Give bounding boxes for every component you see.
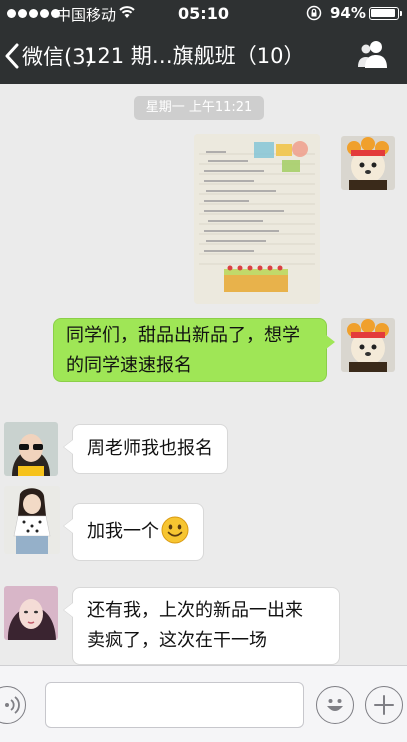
- my-avatar[interactable]: [341, 318, 395, 372]
- status-bar: 中国移动 05:10 94%: [0, 0, 407, 28]
- people-icon[interactable]: [355, 38, 391, 72]
- input-bar: [0, 665, 407, 742]
- battery-icon: [369, 7, 402, 20]
- chevron-left-icon: [5, 43, 19, 69]
- battery-level: [371, 9, 395, 17]
- message-input[interactable]: [45, 682, 304, 728]
- message-bubble-other[interactable]: 加我一个: [63, 503, 204, 561]
- dog-avatar-image: [341, 318, 395, 372]
- girl-photo-avatar-image: [4, 486, 60, 554]
- voice-icon: [5, 696, 20, 714]
- message-line: 周老师我也报名: [87, 438, 213, 459]
- battery-percent: 94%: [330, 4, 366, 22]
- girl-sunglasses-avatar-image: [4, 422, 58, 476]
- message-timestamp: 星期一 上午11:21: [134, 96, 264, 120]
- rotation-lock-icon: [306, 5, 322, 21]
- sender-avatar[interactable]: [4, 586, 58, 640]
- message-line: 加我一个: [87, 521, 159, 542]
- recipe-note-image: [194, 134, 320, 304]
- message-line: 卖疯了，这次在干一场: [87, 630, 267, 651]
- chat-title: 121 期…旗舰班（10）: [84, 44, 305, 68]
- message-bubble-other[interactable]: 还有我，上次的新品一出来 卖疯了，这次在干一场: [63, 587, 340, 665]
- message-line: 还有我，上次的新品一出来: [87, 600, 303, 621]
- smile-emoji-icon: [161, 516, 189, 544]
- message-bubble-mine[interactable]: 同学们，甜品出新品了，想学 的同学速速报名: [53, 318, 335, 382]
- message-line: 的同学速速报名: [66, 355, 192, 376]
- voice-button[interactable]: [0, 686, 26, 724]
- back-button[interactable]: 微信(3): [4, 36, 94, 76]
- message-bubble-other[interactable]: 周老师我也报名: [63, 424, 228, 474]
- plus-icon: [374, 695, 394, 715]
- chat-area[interactable]: 星期一 上午11:21 同学们，甜品出新品了，想学 的同学速速报名 周老师我也报…: [0, 84, 407, 665]
- my-avatar[interactable]: [341, 136, 395, 190]
- sender-avatar[interactable]: [4, 422, 58, 476]
- more-button[interactable]: [365, 686, 403, 724]
- back-label: 微信(3): [22, 45, 94, 69]
- sender-avatar[interactable]: [4, 486, 60, 554]
- top-bar: 中国移动 05:10 94% 微信(3) 121 期…旗舰班（10）: [0, 0, 407, 84]
- dog-avatar-image: [341, 136, 395, 190]
- girl-selfie-avatar-image: [4, 586, 58, 640]
- nav-bar: 微信(3) 121 期…旗舰班（10）: [0, 28, 407, 84]
- shared-image[interactable]: [194, 134, 320, 304]
- emoji-button[interactable]: [316, 686, 354, 724]
- emoji-icon: [327, 699, 343, 711]
- message-line: 同学们，甜品出新品了，想学: [66, 325, 300, 346]
